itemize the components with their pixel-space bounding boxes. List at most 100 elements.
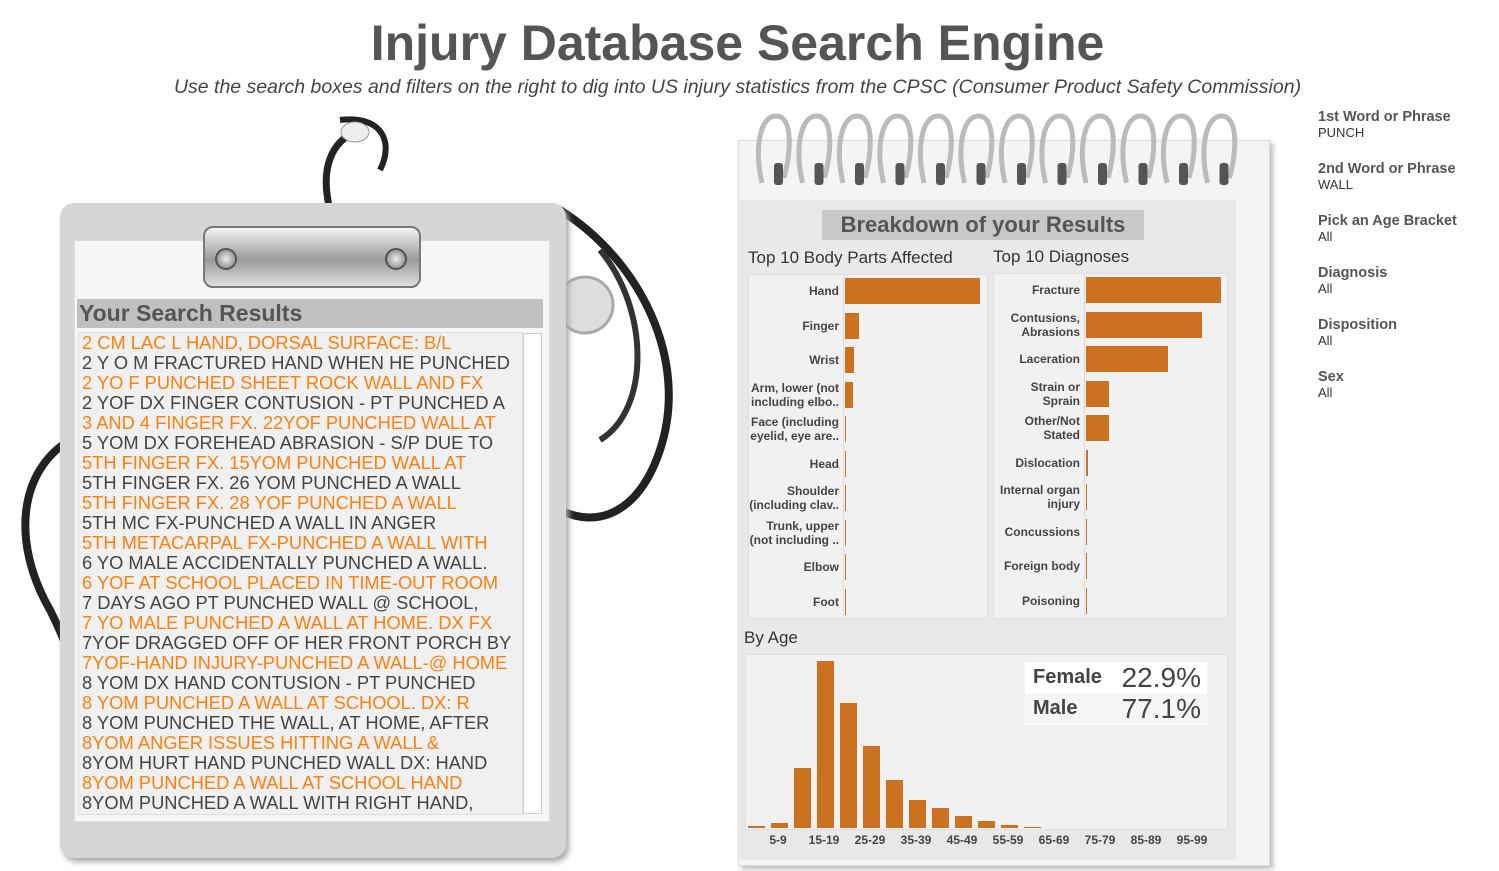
age-bar[interactable]	[1024, 827, 1041, 828]
search-results-list[interactable]: 2 CM LAC L HAND, DORSAL SURFACE: B/L 2 Y …	[78, 332, 523, 815]
bar[interactable]	[845, 347, 855, 373]
result-row[interactable]: 5 YOM DX FOREHEAD ABRASION - S/P DUE TO	[79, 433, 522, 453]
bar[interactable]	[1086, 380, 1109, 407]
filter-label: Disposition	[1318, 317, 1397, 333]
result-row[interactable]: 7 YO MALE PUNCHED A WALL AT HOME. DX FX	[79, 613, 522, 633]
spiral-ring	[917, 113, 954, 184]
age-bar[interactable]	[863, 746, 880, 828]
result-row[interactable]: 5TH FINGER FX. 26 YOM PUNCHED A WALL	[79, 473, 522, 493]
sex-row-female: Female 22.9%	[1025, 662, 1207, 693]
legend-label: Male	[1033, 697, 1078, 719]
age-bar[interactable]	[1001, 824, 1018, 828]
filter-sex[interactable]: Sex All	[1318, 369, 1344, 400]
result-row[interactable]: 3 AND 4 FINGER FX. 22YOF PUNCHED WALL AT	[79, 413, 522, 433]
filter-disposition[interactable]: Disposition All	[1318, 317, 1397, 348]
spiral-hole	[774, 163, 783, 185]
spiral-ring	[836, 113, 873, 184]
diagnoses-title: Top 10 Diagnoses	[993, 247, 1228, 271]
bar[interactable]	[1086, 346, 1169, 372]
spiral-ring	[1079, 113, 1116, 184]
filter-label: 1st Word or Phrase	[1318, 109, 1451, 125]
bar-label: Foreign body	[1004, 559, 1080, 573]
age-bar[interactable]	[955, 816, 972, 828]
bar[interactable]	[1086, 415, 1109, 441]
breakdown-title: Breakdown of your Results	[822, 210, 1144, 240]
filter-value[interactable]: All	[1318, 281, 1387, 296]
bar-label: Wrist	[809, 353, 839, 367]
result-row[interactable]: 2 Y O M FRACTURED HAND WHEN HE PUNCHED	[79, 353, 522, 373]
bar-label: Face (including eyelid, eye are..	[750, 415, 839, 443]
bar[interactable]	[1086, 311, 1203, 338]
bar-label: Strain or Sprain	[1030, 379, 1080, 408]
result-row[interactable]: 7 DAYS AGO PT PUNCHED WALL @ SCHOOL,	[79, 593, 522, 613]
age-tick-label: 5-9	[769, 833, 787, 847]
result-row[interactable]: 5TH METACARPAL FX-PUNCHED A WALL WITH	[79, 533, 522, 553]
age-bar[interactable]	[909, 799, 926, 828]
bar[interactable]	[845, 381, 854, 408]
result-row[interactable]: 2 YOF DX FINGER CONTUSION - PT PUNCHED A	[79, 393, 522, 413]
spiral-hole	[1138, 163, 1148, 185]
body-parts-title: Top 10 Body Parts Affected	[748, 248, 988, 272]
spiral-hole	[814, 163, 824, 185]
age-bar[interactable]	[794, 767, 811, 828]
result-row[interactable]: 8YOM PUNCHED A WALL AT SCHOOL HAND	[79, 773, 522, 793]
bar[interactable]	[1086, 449, 1089, 476]
result-row[interactable]: 8YOM HURT HAND PUNCHED WALL DX: HAND	[79, 753, 522, 773]
bar-label: Concussions	[1004, 524, 1080, 539]
filter-value[interactable]: PUNCH	[1318, 125, 1451, 140]
result-row[interactable]: 2 YO F PUNCHED SHEET ROCK WALL AND FX	[79, 373, 522, 393]
filter-value[interactable]: WALL	[1318, 177, 1456, 192]
result-row[interactable]: 8YOM ANGER ISSUES HITTING A WALL &	[79, 733, 522, 753]
filter-1st-word-or-phrase[interactable]: 1st Word or Phrase PUNCH	[1318, 109, 1451, 140]
age-bar[interactable]	[840, 702, 857, 828]
body-parts-chart: Hand Finger Wrist Arm, lower (not including…	[748, 274, 988, 619]
page-subtitle: Use the search boxes and filters on the …	[173, 76, 1302, 98]
bar-label: Elbow	[803, 560, 839, 574]
by-age-title: By Age	[744, 628, 1228, 652]
age-bar[interactable]	[817, 661, 834, 828]
age-tick-label: 75-79	[1084, 833, 1116, 847]
result-row[interactable]: 8 YOM PUNCHED THE WALL, AT HOME, AFTER	[79, 713, 522, 733]
result-row[interactable]: 8 YOM DX HAND CONTUSION - PT PUNCHED	[79, 673, 522, 693]
result-row[interactable]: 8 YOM PUNCHED A WALL AT SCHOOL. DX: R	[79, 693, 522, 713]
bar[interactable]	[845, 312, 859, 339]
result-row[interactable]: 6 YOF AT SCHOOL PLACED IN TIME-OUT ROOM	[79, 573, 522, 593]
age-bar[interactable]	[978, 821, 995, 828]
age-bar[interactable]	[932, 807, 949, 828]
bar-label: Dislocation	[1015, 455, 1080, 470]
filter-diagnosis[interactable]: Diagnosis All	[1318, 265, 1387, 296]
result-row[interactable]: 5TH FINGER FX. 15YOM PUNCHED WALL AT	[79, 453, 522, 473]
spiral-binding	[755, 113, 1238, 185]
bar[interactable]	[1086, 277, 1221, 303]
filter-value[interactable]: All	[1318, 385, 1344, 400]
result-row[interactable]: 7YOF-HAND INJURY-PUNCHED A WALL-@ HOME	[79, 653, 522, 673]
results-scrollbar[interactable]	[523, 333, 542, 814]
spiral-ring	[796, 113, 833, 184]
age-bar[interactable]	[748, 826, 765, 828]
age-bar[interactable]	[771, 823, 788, 828]
spiral-hole	[1017, 163, 1026, 185]
age-bar[interactable]	[886, 779, 903, 828]
result-row[interactable]: 5TH FINGER FX. 28 YOF PUNCHED A WALL	[79, 493, 522, 513]
age-tick-label: 45-49	[946, 833, 978, 847]
result-row[interactable]: 2 CM LAC L HAND, DORSAL SURFACE: B/L	[79, 333, 522, 353]
sex-row-male: Male 77.1%	[1025, 693, 1207, 724]
screw-icon	[215, 248, 237, 270]
result-row[interactable]: 6 YO MALE ACCIDENTALLY PUNCHED A WALL.	[79, 553, 522, 573]
spiral-ring	[998, 113, 1035, 184]
filter-value[interactable]: All	[1318, 333, 1397, 348]
result-row[interactable]: 7YOF DRAGGED OFF OF HER FRONT PORCH BY	[79, 633, 522, 653]
bar[interactable]	[845, 278, 980, 304]
bar-label: Hand	[809, 284, 839, 298]
axis-line	[843, 275, 844, 618]
bar-label: Foot	[813, 594, 839, 609]
result-row[interactable]: 5TH MC FX-PUNCHED A WALL IN ANGER	[79, 513, 522, 533]
filter-value[interactable]: All	[1318, 229, 1457, 244]
spiral-hole	[1219, 163, 1229, 185]
page-title: Injury Database Search Engine	[370, 15, 1105, 71]
bar-label: Internal organ injury	[999, 483, 1080, 511]
filter-2nd-word-or-phrase[interactable]: 2nd Word or Phrase WALL	[1318, 161, 1456, 192]
bar[interactable]	[1086, 484, 1087, 510]
filter-pick-an-age-bracket[interactable]: Pick an Age Bracket All	[1318, 213, 1457, 244]
result-row[interactable]: 8YOM PUNCHED A WALL WITH RIGHT HAND,	[79, 793, 522, 813]
